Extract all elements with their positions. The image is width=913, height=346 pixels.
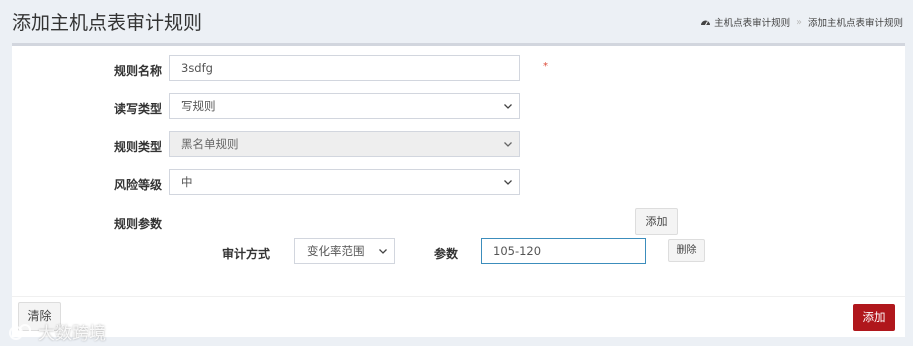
rule-params-label: 规则参数 (113, 217, 162, 231)
chevron-down-icon (503, 132, 513, 156)
required-marker: * (543, 61, 548, 72)
param-input[interactable]: 105-120 (481, 238, 646, 264)
page-title: 添加主机点表审计规则 (12, 12, 203, 34)
risk-level-value: 中 (181, 175, 193, 189)
form-panel: 规则名称 3sdfg * 读写类型 写规则 规则类型 黑名单规则 风险等级 中 … (12, 43, 905, 337)
dashboard-icon (700, 17, 711, 27)
risk-level-select[interactable]: 中 (169, 169, 520, 195)
param-value: 105-120 (493, 244, 542, 258)
rule-name-label: 规则名称 (113, 64, 162, 78)
breadcrumb-item-audit-rules[interactable]: 主机点表审计规则 (714, 15, 790, 29)
rw-type-value: 写规则 (181, 99, 216, 113)
breadcrumb: 主机点表审计规则 » 添加主机点表审计规则 (700, 15, 903, 29)
delete-param-button[interactable]: 删除 (668, 239, 705, 262)
audit-method-select[interactable]: 变化率范围 (294, 238, 395, 264)
form-footer-divider (12, 296, 905, 297)
rule-name-value: 3sdfg (181, 61, 213, 75)
watermark-text: 大数跨境 (38, 324, 106, 344)
param-label: 参数 (433, 247, 458, 261)
rule-type-label: 规则类型 (113, 140, 162, 154)
chevron-down-icon (378, 239, 388, 263)
chevron-down-icon (503, 170, 513, 194)
rule-name-input[interactable]: 3sdfg (169, 55, 520, 81)
rule-type-value: 黑名单规则 (181, 137, 239, 151)
submit-add-button[interactable]: 添加 (853, 304, 895, 331)
rule-type-select[interactable]: 黑名单规则 (169, 131, 520, 157)
content-header: 添加主机点表审计规则 主机点表审计规则 » 添加主机点表审计规则 (0, 0, 913, 42)
watermark: 大数跨境 (8, 319, 106, 344)
audit-method-label: 审计方式 (221, 247, 270, 261)
breadcrumb-separator: » (796, 16, 802, 28)
watermark-logo-icon (8, 322, 34, 342)
add-param-button[interactable]: 添加 (635, 208, 678, 235)
breadcrumb-item-current: 添加主机点表审计规则 (807, 18, 903, 29)
rw-type-select[interactable]: 写规则 (169, 93, 520, 119)
chevron-down-icon (503, 94, 513, 118)
risk-level-label: 风险等级 (113, 178, 162, 192)
audit-method-value: 变化率范围 (307, 244, 365, 258)
rw-type-label: 读写类型 (113, 102, 162, 116)
